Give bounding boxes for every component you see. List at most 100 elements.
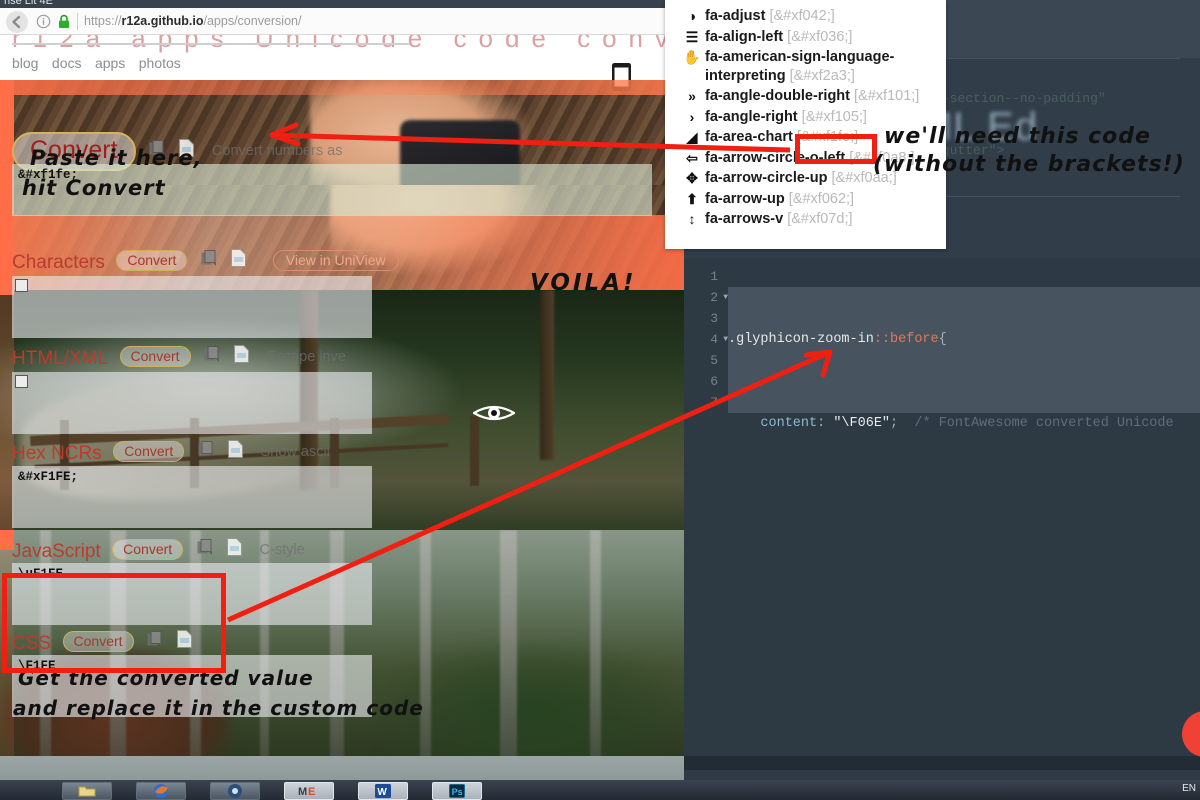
- taskbar-button-image-editor[interactable]: ME: [284, 782, 334, 800]
- option-label-c-style[interactable]: C-style: [260, 542, 305, 558]
- css-value-content: "\F06E": [833, 416, 891, 431]
- browser-toolbar: https://r12a.github.io/apps/conversion/: [0, 8, 684, 35]
- textarea-resize-grip[interactable]: [15, 375, 28, 388]
- option-label-show-ascii[interactable]: Show ascii: [261, 444, 330, 460]
- copy-icon[interactable]: [198, 441, 215, 463]
- fa-angle-right-icon: ›: [689, 108, 695, 125]
- info-icon[interactable]: [36, 14, 51, 29]
- convert-button-html-xml[interactable]: Convert: [119, 346, 191, 367]
- clear-page-icon[interactable]: [228, 440, 244, 463]
- row-label-javascript: JavaScript: [12, 541, 101, 562]
- list-item[interactable]: ✋ fa-american-sign-language-interpreting …: [665, 47, 946, 86]
- list-item-code: [&#xf062;]: [788, 190, 855, 207]
- fa-angle-double-right-icon: »: [688, 88, 696, 104]
- site-nav: blog docs apps photos: [0, 55, 684, 77]
- list-item[interactable]: » fa-angle-double-right [&#xf101;]: [665, 86, 946, 107]
- annotation-paste-line1: Paste it here,: [30, 146, 203, 170]
- back-button[interactable]: [6, 11, 28, 33]
- window-titlebar: nse Lit 4E: [0, 0, 684, 8]
- editor-empty-area[interactable]: [684, 443, 1200, 770]
- textarea-resize-grip[interactable]: [15, 279, 28, 292]
- annotation-bottom-line2: and replace it in the custom code: [13, 696, 424, 720]
- list-item-code: [&#xf101;]: [854, 88, 920, 104]
- list-item-name: fa-angle-right: [705, 108, 798, 125]
- line-number: 6: [710, 374, 718, 389]
- nav-link-blog[interactable]: blog: [12, 55, 38, 71]
- view-in-uniview-button[interactable]: View in UniView: [272, 250, 399, 271]
- clear-page-icon[interactable]: [231, 249, 247, 272]
- fa-arrow-up-icon: ⬆: [686, 190, 698, 207]
- clear-page-icon[interactable]: [227, 538, 243, 561]
- row-label-html-xml: HTML/XML: [12, 348, 109, 369]
- url-bar[interactable]: https://r12a.github.io/apps/conversion/: [84, 14, 301, 28]
- row-label-hex-ncrs: Hex NCRs: [12, 443, 102, 464]
- svg-text:M: M: [298, 786, 307, 798]
- url-prefix: https://: [84, 14, 122, 28]
- taskbar-button-word[interactable]: W: [358, 782, 408, 800]
- nav-link-photos[interactable]: photos: [139, 55, 181, 71]
- taskbar-button-photoshop[interactable]: Ps: [432, 782, 482, 800]
- annotation-voila: VOILA!: [530, 270, 637, 296]
- hex-ncrs-value: &#xF1FE;: [18, 470, 79, 484]
- taskbar-button-firefox[interactable]: [136, 782, 186, 800]
- nav-link-docs[interactable]: docs: [52, 55, 82, 71]
- html-xml-textarea[interactable]: [12, 372, 372, 434]
- list-item[interactable]: ☰ fa-align-left [&#xf036;]: [665, 27, 946, 48]
- css-comment: /* FontAwesome converted Unicode: [914, 416, 1174, 431]
- copy-icon[interactable]: [197, 539, 214, 561]
- list-item-code: [&#xf105;]: [801, 108, 867, 125]
- list-item-code: [&#xf07d;]: [787, 211, 853, 227]
- line-number: 1: [710, 269, 718, 284]
- convert-button-javascript[interactable]: Convert: [112, 539, 184, 560]
- line-number: 7: [710, 395, 718, 410]
- css-property-content: content: [760, 416, 818, 431]
- line-number: 5: [710, 353, 718, 368]
- taskbar-tray-language[interactable]: EN: [1182, 783, 1196, 794]
- converter-row-characters: Characters Convert View in UniView: [12, 249, 399, 274]
- css-pseudo-element: ::before: [873, 332, 939, 347]
- annotation-paste-line2: hit Convert: [22, 176, 166, 200]
- highlight-box-css-row: [2, 573, 226, 673]
- line-number: 4 ▼: [684, 329, 728, 350]
- list-item-name: fa-adjust: [705, 8, 766, 24]
- option-label-convert-numbers[interactable]: Convert numbers as: [212, 143, 343, 159]
- converter-row-javascript: JavaScript Convert C-style: [12, 538, 305, 563]
- url-path: /apps/conversion/: [203, 14, 302, 28]
- convert-button-characters[interactable]: Convert: [116, 250, 188, 271]
- eye-icon: [473, 405, 515, 421]
- url-domain: r12a.github.io: [121, 14, 204, 28]
- list-item[interactable]: ↕ fa-arrows-v [&#xf07d;]: [665, 209, 946, 230]
- row-label-characters: Characters: [12, 252, 105, 273]
- fa-american-sign-language-interpreting-icon: ✋: [683, 49, 701, 65]
- converter-row-html-xml: HTML/XML Convert Escape inve: [12, 345, 346, 370]
- window-title-text: nse Lit 4E: [4, 0, 53, 7]
- clear-page-icon[interactable]: [234, 345, 250, 368]
- list-item-code: [&#xf2a3;]: [789, 67, 855, 84]
- nav-link-apps[interactable]: apps: [95, 55, 125, 71]
- copy-icon[interactable]: [201, 250, 218, 272]
- editor-line-numbers: 1 2 ▼ 3 4 ▼ 5 6 7: [684, 258, 728, 443]
- list-item[interactable]: ⬆ fa-arrow-up [&#xf062;]: [665, 189, 946, 210]
- taskbar: ME W Ps EN: [0, 780, 1200, 800]
- copy-icon[interactable]: [204, 346, 221, 368]
- list-item-name: fa-arrow-circle-up: [705, 170, 828, 186]
- characters-textarea[interactable]: [12, 276, 372, 338]
- list-item-name: fa-arrows-v: [705, 211, 784, 227]
- option-label-escape-invisible[interactable]: Escape inve: [267, 349, 346, 365]
- fa-area-chart-icon: ◢: [686, 129, 698, 145]
- taskbar-button-folder[interactable]: [62, 782, 112, 800]
- list-item[interactable]: ◑ fa-adjust [&#xf042;]: [665, 6, 946, 27]
- desktop-strip: [0, 756, 684, 780]
- list-item-name: fa-align-left: [705, 28, 784, 45]
- lock-icon: [59, 14, 69, 28]
- taskbar-button-browser[interactable]: [210, 782, 260, 800]
- line-number: 2 ▼: [684, 287, 728, 308]
- list-item-code: [&#xf036;]: [787, 28, 853, 45]
- hex-ncrs-textarea[interactable]: &#xF1FE;: [12, 466, 372, 528]
- code-editor[interactable]: 1 2 ▼ 3 4 ▼ 5 6 7 .glyphicon-zoom-in::befo…: [684, 258, 1200, 557]
- fa-adjust-icon: ◑: [687, 8, 697, 24]
- annotation-need-code-line2: (without the brackets!): [873, 152, 1185, 177]
- convert-button-hex-ncrs[interactable]: Convert: [113, 441, 185, 462]
- svg-text:Ps: Ps: [452, 787, 463, 797]
- fa-align-left-icon: ☰: [685, 28, 699, 45]
